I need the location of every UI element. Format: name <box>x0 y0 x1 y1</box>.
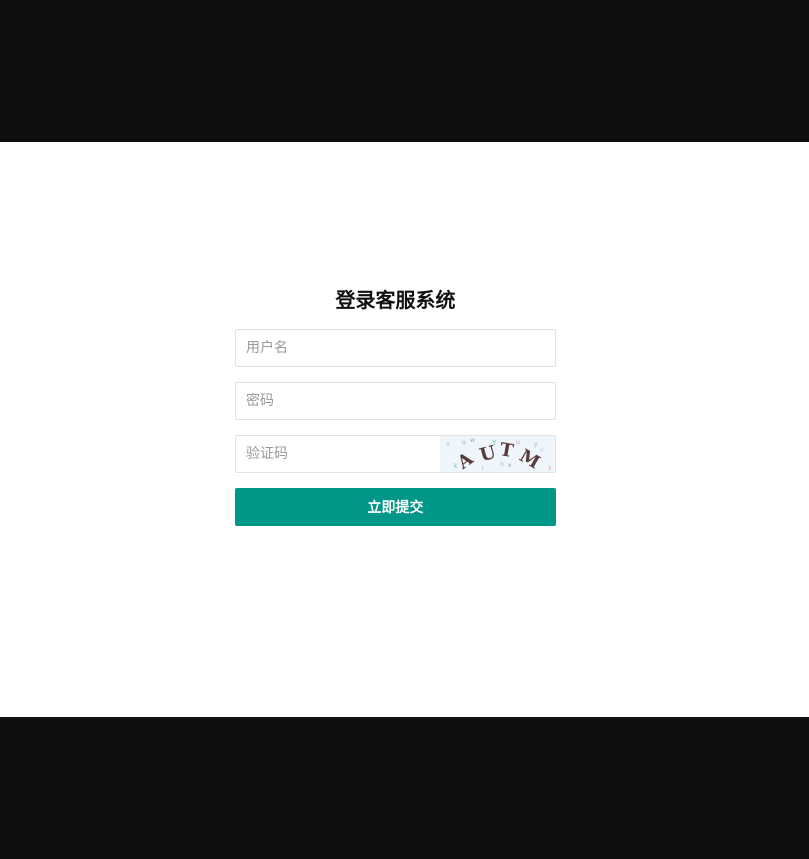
svg-text:w: w <box>470 437 475 444</box>
svg-text:y: y <box>534 441 538 448</box>
captcha-input[interactable] <box>236 436 441 472</box>
svg-text:l: l <box>482 466 483 472</box>
username-field-wrapper <box>235 329 556 367</box>
svg-text:u: u <box>462 439 466 446</box>
page-title: 登录客服系统 <box>335 288 456 312</box>
submit-button[interactable]: 立即提交 <box>235 488 556 526</box>
svg-text:x: x <box>508 462 512 469</box>
login-form: 登录客服系统 o u w k Y n x u y n x h <box>235 283 556 526</box>
password-field-wrapper <box>235 382 556 420</box>
username-input[interactable] <box>236 330 555 366</box>
captcha-image[interactable]: o u w k Y n x u y n x h l A U T M <box>440 436 555 472</box>
password-input[interactable] <box>236 383 555 419</box>
svg-text:u: u <box>516 439 520 446</box>
svg-text:x: x <box>548 465 552 472</box>
svg-text:k: k <box>454 463 458 470</box>
svg-text:o: o <box>446 441 450 448</box>
login-page: 登录客服系统 o u w k Y n x u y n x h <box>0 142 809 717</box>
captcha-field-wrapper: o u w k Y n x u y n x h l A U T M <box>235 435 556 473</box>
svg-text:n: n <box>500 461 504 468</box>
